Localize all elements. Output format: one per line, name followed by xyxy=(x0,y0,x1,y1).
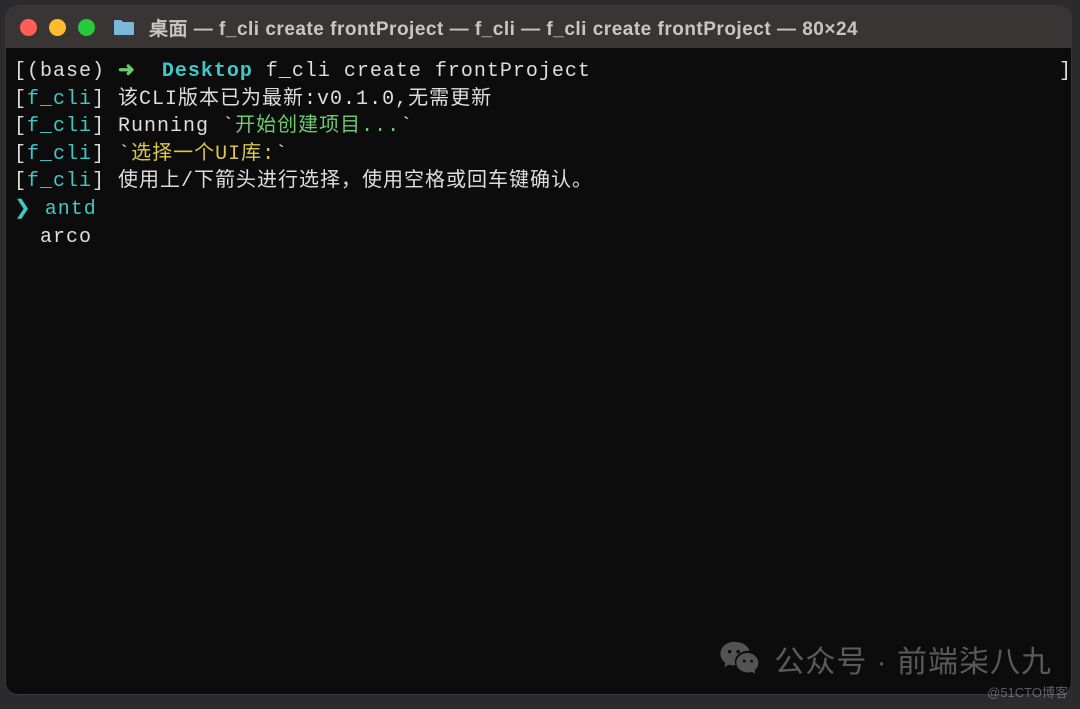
window-controls xyxy=(20,19,95,36)
terminal-output[interactable]: [(base) ➜ Desktop f_cli create frontProj… xyxy=(6,48,1071,694)
caret-icon: ❯ xyxy=(14,198,45,221)
running-action: 开始创建项目... xyxy=(235,115,400,138)
folder-icon xyxy=(113,18,135,36)
terminal-window: 桌面 — f_cli create frontProject — f_cli —… xyxy=(6,6,1071,694)
cli-tag: f_cli xyxy=(27,88,92,111)
option-arco: arco xyxy=(40,226,92,249)
bracket-open: [ xyxy=(14,60,27,83)
close-icon[interactable] xyxy=(20,19,37,36)
cli-tag: f_cli xyxy=(27,170,92,193)
cli-tag: f_cli xyxy=(27,115,92,138)
prompt-line: [(base) ➜ Desktop f_cli create frontProj… xyxy=(14,58,1063,86)
instruction-text: 使用上/下箭头进行选择，使用空格或回车键确认。 xyxy=(105,170,593,193)
selector-option[interactable]: arco xyxy=(14,224,1063,252)
ui-lib-prompt: 选择一个UI库: xyxy=(131,143,275,166)
prompt-location: Desktop xyxy=(162,60,253,83)
bracket-close: ] xyxy=(1059,60,1071,83)
version-message: 该CLI版本已为最新:v0.1.0,无需更新 xyxy=(105,88,492,111)
minimize-icon[interactable] xyxy=(49,19,66,36)
output-line: [f_cli] Running `开始创建项目...` xyxy=(14,113,1063,141)
titlebar[interactable]: 桌面 — f_cli create frontProject — f_cli —… xyxy=(6,6,1071,48)
output-line: [f_cli] 使用上/下箭头进行选择，使用空格或回车键确认。 xyxy=(14,168,1063,196)
conda-env: (base) xyxy=(27,60,105,83)
selector-option-selected[interactable]: ❯ antd xyxy=(14,196,1063,224)
cli-tag: f_cli xyxy=(27,143,92,166)
credit-text: @51CTO博客 xyxy=(987,682,1068,701)
option-antd: antd xyxy=(45,198,97,221)
output-line: [f_cli] `选择一个UI库:` xyxy=(14,141,1063,169)
window-title: 桌面 — f_cli create frontProject — f_cli —… xyxy=(149,14,1057,41)
output-line: [f_cli] 该CLI版本已为最新:v0.1.0,无需更新 xyxy=(14,86,1063,114)
prompt-arrow: ➜ xyxy=(118,60,136,83)
maximize-icon[interactable] xyxy=(78,19,95,36)
command-text: f_cli create frontProject xyxy=(266,60,591,83)
